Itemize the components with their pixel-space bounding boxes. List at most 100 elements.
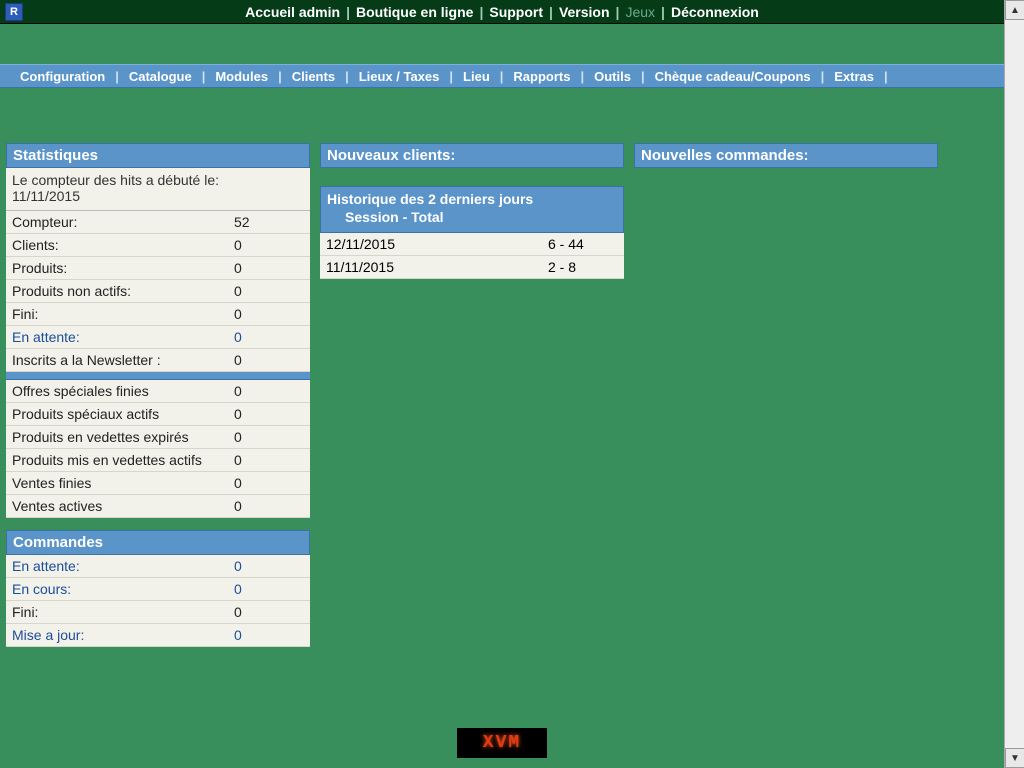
stat-label: Compteur: (12, 214, 234, 230)
stat-row[interactable]: En attente:0 (6, 326, 310, 349)
history-row: 11/11/20152 - 8 (320, 256, 624, 279)
topnav-item[interactable]: Accueil admin (245, 4, 340, 20)
stat-value: 0 (234, 452, 304, 468)
new-clients-title: Nouveaux clients: (320, 143, 624, 168)
stat-row: Offres spéciales finies0 (6, 380, 310, 403)
stat-row: Produits spéciaux actifs0 (6, 403, 310, 426)
footer-logo[interactable]: XVM (457, 728, 547, 758)
stat-label: En cours: (12, 581, 234, 597)
history-sub-line1: Historique des 2 derniers jours (327, 190, 617, 208)
stat-label: Fini: (12, 306, 234, 322)
stats-separator (6, 372, 310, 380)
topnav-sep: | (549, 4, 553, 20)
history-date: 12/11/2015 (326, 236, 548, 252)
topnav-sep: | (661, 4, 665, 20)
stat-row[interactable]: Mise a jour:0 (6, 624, 310, 647)
stat-value: 0 (234, 406, 304, 422)
stat-row: Fini:0 (6, 303, 310, 326)
scroll-down-icon[interactable]: ▼ (1005, 748, 1024, 768)
scroll-up-icon[interactable]: ▲ (1005, 0, 1024, 20)
subnav-item[interactable]: Clients (292, 69, 335, 84)
stat-value: 0 (234, 429, 304, 445)
stat-value: 0 (234, 306, 304, 322)
subnav-item[interactable]: Catalogue (129, 69, 192, 84)
stat-label: Produits non actifs: (12, 283, 234, 299)
stat-label: Inscrits a la Newsletter : (12, 352, 234, 368)
topnav-item[interactable]: Version (559, 4, 610, 20)
orders-title: Commandes (6, 530, 310, 555)
history-date: 11/11/2015 (326, 259, 548, 275)
stat-label: Ventes finies (12, 475, 234, 491)
stat-row: Inscrits a la Newsletter :0 (6, 349, 310, 372)
stat-label: Produits en vedettes expirés (12, 429, 234, 445)
new-orders-panel: Nouvelles commandes: (634, 143, 938, 168)
subnav-item[interactable]: Chèque cadeau/Coupons (655, 69, 811, 84)
stat-row: Produits:0 (6, 257, 310, 280)
stat-row: Compteur:52 (6, 211, 310, 234)
topnav-sep: | (479, 4, 483, 20)
topnav-item[interactable]: Jeux (625, 4, 655, 20)
stats-panel: Statistiques Le compteur des hits a débu… (6, 143, 310, 518)
subnav-sep: | (500, 69, 504, 84)
stat-label: En attente: (12, 329, 234, 345)
sub-nav: Configuration | Catalogue | Modules | Clients |… (0, 64, 1004, 88)
history-row: 12/11/20156 - 44 (320, 233, 624, 256)
stat-label: Offres spéciales finies (12, 383, 234, 399)
stat-row[interactable]: En attente:0 (6, 555, 310, 578)
stat-value: 0 (234, 604, 304, 620)
subnav-item[interactable]: Extras (834, 69, 874, 84)
col-mid: Nouveaux clients: Historique des 2 derni… (320, 143, 624, 659)
topnav-sep: | (616, 4, 620, 20)
subnav-sep: | (115, 69, 119, 84)
stat-label: Clients: (12, 237, 234, 253)
subnav-sep: | (202, 69, 206, 84)
subnav-item[interactable]: Lieu (463, 69, 490, 84)
stat-label: Ventes actives (12, 498, 234, 514)
subnav-sep: | (821, 69, 825, 84)
stat-value: 0 (234, 498, 304, 514)
stat-row: Ventes finies0 (6, 472, 310, 495)
stat-value: 0 (234, 329, 304, 345)
topnav-item[interactable]: Boutique en ligne (356, 4, 473, 20)
subnav-sep: | (580, 69, 584, 84)
stat-row: Produits en vedettes expirés0 (6, 426, 310, 449)
stat-row: Produits mis en vedettes actifs0 (6, 449, 310, 472)
stat-row: Fini:0 (6, 601, 310, 624)
stat-value: 0 (234, 581, 304, 597)
col-right: Nouvelles commandes: (634, 143, 938, 659)
top-nav: Accueil admin | Boutique en ligne | Support |… (0, 0, 1004, 24)
stat-row: Clients:0 (6, 234, 310, 257)
subnav-item[interactable]: Configuration (20, 69, 105, 84)
subnav-item[interactable]: Rapports (513, 69, 570, 84)
history-subheader: Historique des 2 derniers jours Session … (320, 186, 624, 233)
subnav-sep: | (641, 69, 645, 84)
subnav-sep: | (345, 69, 349, 84)
topnav-item[interactable]: Déconnexion (671, 4, 759, 20)
stat-value: 0 (234, 352, 304, 368)
stat-label: Produits spéciaux actifs (12, 406, 234, 422)
stats-intro: Le compteur des hits a débuté le: 11/11/… (6, 168, 310, 211)
corner-badge: R (5, 3, 23, 21)
stat-label: Produits: (12, 260, 234, 276)
new-clients-panel: Nouveaux clients: (320, 143, 624, 168)
stats-title: Statistiques (6, 143, 310, 168)
topnav-item[interactable]: Support (489, 4, 543, 20)
vertical-scrollbar[interactable]: ▲ ▼ (1004, 0, 1024, 768)
subnav-item[interactable]: Outils (594, 69, 631, 84)
history-value: 2 - 8 (548, 259, 618, 275)
stat-row[interactable]: En cours:0 (6, 578, 310, 601)
stat-value: 0 (234, 475, 304, 491)
stat-row: Ventes actives0 (6, 495, 310, 518)
stat-label: Mise a jour: (12, 627, 234, 643)
history-sub-line2: Session - Total (327, 208, 617, 226)
topnav-sep: | (346, 4, 350, 20)
stat-row: Produits non actifs:0 (6, 280, 310, 303)
app-viewport: R Accueil admin | Boutique en ligne | Suppor… (0, 0, 1004, 768)
subnav-item[interactable]: Lieux / Taxes (359, 69, 440, 84)
scroll-track[interactable] (1005, 20, 1024, 748)
col-left: Statistiques Le compteur des hits a débu… (6, 143, 310, 659)
stat-value: 0 (234, 627, 304, 643)
stat-label: Fini: (12, 604, 234, 620)
stat-value: 0 (234, 283, 304, 299)
subnav-item[interactable]: Modules (215, 69, 268, 84)
